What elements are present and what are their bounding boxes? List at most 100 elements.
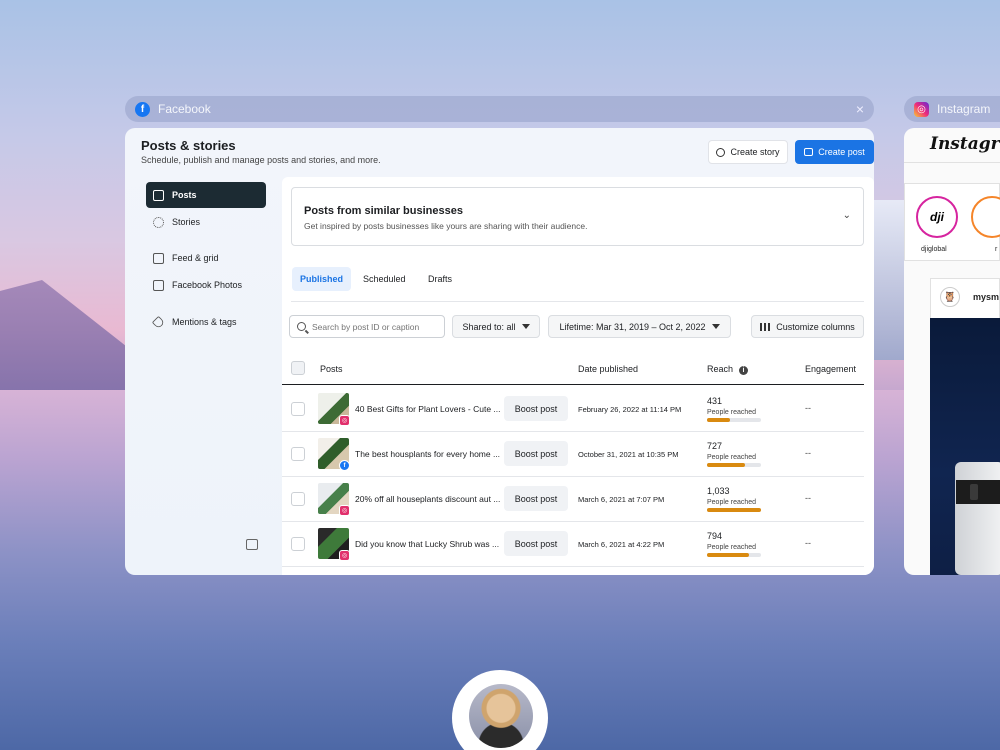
- camera-bar: [956, 480, 1000, 504]
- sidebar-item-feed-grid[interactable]: Feed & grid: [146, 245, 266, 271]
- column-header-reach: Reach i: [707, 364, 749, 375]
- sidebar-item-facebook-photos[interactable]: Facebook Photos: [146, 272, 266, 298]
- post-icon: [804, 148, 814, 156]
- reach-label: People reached: [707, 409, 757, 416]
- table-row[interactable]: ◎ 20% off all houseplants discount aut .…: [282, 477, 864, 522]
- page-title: Posts & stories: [141, 138, 236, 153]
- reach-value: 1,033: [707, 486, 730, 496]
- select-all-checkbox[interactable]: [291, 361, 305, 375]
- story-username: r: [995, 246, 998, 253]
- facebook-window-tab[interactable]: f Facebook ×: [125, 96, 874, 122]
- reach-bar: [707, 418, 761, 422]
- story-initials: dji: [930, 210, 944, 224]
- collapse-sidebar-icon[interactable]: [246, 539, 258, 550]
- instagram-badge-icon: ◎: [339, 505, 350, 516]
- post-username[interactable]: mysm: [973, 292, 999, 302]
- similar-businesses-subtitle: Get inspired by posts businesses like yo…: [304, 221, 588, 231]
- boost-post-button[interactable]: Boost post: [504, 396, 568, 421]
- reach-value: 794: [707, 531, 723, 541]
- reach-label: People reached: [707, 544, 757, 551]
- search-icon: [297, 322, 306, 331]
- reach-bar-fill: [707, 508, 761, 512]
- shared-to-label: Shared to: all: [462, 321, 516, 332]
- sidebar-item-stories[interactable]: Stories: [146, 209, 266, 235]
- table-row[interactable]: ◎ 40 Best Gifts for Plant Lovers - Cute …: [282, 387, 864, 432]
- page-subtitle: Schedule, publish and manage posts and s…: [141, 155, 381, 165]
- instagram-badge-icon: ◎: [339, 550, 350, 561]
- post-caption[interactable]: 40 Best Gifts for Plant Lovers - Cute ..…: [355, 404, 501, 414]
- posts-icon: [153, 189, 164, 201]
- caret-down-icon: [711, 324, 720, 329]
- instagram-window-title: Instagram: [937, 102, 991, 116]
- facebook-window: Posts & stories Schedule, publish and ma…: [125, 128, 874, 575]
- sidebar-item-label: Posts: [172, 190, 197, 200]
- close-icon[interactable]: ×: [856, 101, 864, 117]
- sidebar-item-mentions-tags[interactable]: Mentions & tags: [146, 309, 266, 335]
- info-icon[interactable]: i: [739, 366, 749, 375]
- row-checkbox[interactable]: [291, 492, 305, 506]
- date-published: March 6, 2021 at 4:22 PM: [578, 540, 665, 549]
- tag-icon: [151, 315, 166, 329]
- sidebar-item-label: Stories: [172, 217, 201, 227]
- table-row[interactable]: f The best housplants for every home ...…: [282, 432, 864, 477]
- reach-label: People reached: [707, 454, 757, 461]
- story-avatar[interactable]: [971, 196, 1000, 238]
- create-post-button[interactable]: Create post: [795, 140, 874, 164]
- instagram-logo-icon: ◎: [914, 101, 929, 117]
- sidebar-item-label: Mentions & tags: [172, 317, 237, 327]
- similar-businesses-card[interactable]: Posts from similar businesses Get inspir…: [291, 187, 864, 246]
- post-caption[interactable]: Did you know that Lucky Shrub was ...: [355, 539, 501, 549]
- reach-bar: [707, 508, 761, 512]
- row-checkbox[interactable]: [291, 402, 305, 416]
- sidebar-item-posts[interactable]: Posts: [146, 182, 266, 208]
- reach-bar: [707, 553, 761, 557]
- tab-divider: [291, 301, 864, 302]
- search-input[interactable]: [312, 321, 432, 332]
- caret-down-icon: [521, 324, 530, 329]
- engagement-value: --: [805, 448, 811, 458]
- column-header-engagement: Engagement: [805, 364, 857, 374]
- search-box[interactable]: [289, 315, 445, 338]
- date-published: October 31, 2021 at 10:35 PM: [578, 450, 679, 459]
- column-header-posts: Posts: [320, 364, 343, 374]
- reach-value: 727: [707, 441, 723, 451]
- stories-icon: [153, 216, 164, 228]
- story-username: djiglobal: [921, 246, 947, 253]
- customize-columns-button[interactable]: Customize columns: [751, 315, 864, 338]
- mountain-decoration: [0, 280, 140, 390]
- boost-post-button[interactable]: Boost post: [504, 531, 568, 556]
- customize-columns-label: Customize columns: [776, 321, 855, 332]
- feed-grid-icon: [153, 252, 164, 264]
- owl-avatar-icon[interactable]: 🦉: [940, 287, 960, 307]
- create-story-button[interactable]: Create story: [708, 140, 788, 164]
- shared-to-dropdown[interactable]: Shared to: all: [452, 315, 540, 338]
- reach-header-label: Reach: [707, 364, 734, 374]
- reach-label: People reached: [707, 499, 757, 506]
- table-header: Posts Date published Reach i Engagement: [282, 352, 864, 385]
- row-checkbox[interactable]: [291, 447, 305, 461]
- tab-published[interactable]: Published: [292, 267, 352, 291]
- reach-bar: [707, 463, 761, 467]
- post-caption[interactable]: The best housplants for every home ...: [355, 449, 501, 459]
- chevron-down-icon[interactable]: ⌄: [843, 210, 851, 221]
- engagement-value: --: [805, 538, 811, 548]
- header-divider: [904, 162, 1000, 163]
- boost-post-button[interactable]: Boost post: [504, 441, 568, 466]
- posts-content-panel: Posts from similar businesses Get inspir…: [282, 177, 874, 575]
- story-avatar[interactable]: dji: [916, 196, 958, 238]
- post-caption[interactable]: 20% off all houseplants discount aut ...: [355, 494, 501, 504]
- date-published: March 6, 2021 at 7:07 PM: [578, 495, 665, 504]
- tab-drafts[interactable]: Drafts: [420, 267, 460, 291]
- reach-bar-fill: [707, 418, 730, 422]
- boost-post-button[interactable]: Boost post: [504, 486, 568, 511]
- reach-bar-fill: [707, 463, 745, 467]
- date-range-dropdown[interactable]: Lifetime: Mar 31, 2019 – Oct 2, 2022: [548, 315, 731, 338]
- row-checkbox[interactable]: [291, 537, 305, 551]
- avatar[interactable]: [469, 684, 533, 748]
- reach-value: 431: [707, 396, 723, 406]
- columns-icon: [760, 322, 771, 331]
- table-row[interactable]: ◎ Did you know that Lucky Shrub was ... …: [282, 522, 864, 567]
- instagram-wordmark: Instagram: [930, 134, 1000, 154]
- tab-scheduled[interactable]: Scheduled: [355, 267, 414, 291]
- instagram-window-tab[interactable]: ◎ Instagram: [904, 96, 1000, 122]
